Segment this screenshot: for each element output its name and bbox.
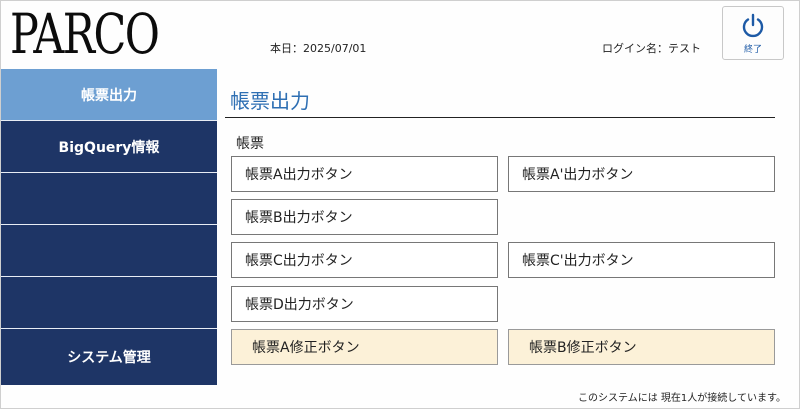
page-title: 帳票出力 bbox=[230, 89, 310, 113]
sidebar-item-label: BigQuery情報 bbox=[58, 139, 160, 156]
report-a-output-button[interactable]: 帳票A出力ボタン bbox=[231, 156, 498, 192]
sidebar-item-report-output[interactable]: 帳票出力 bbox=[1, 69, 217, 121]
sidebar-item-empty-1[interactable] bbox=[1, 173, 217, 225]
sidebar-item-empty-3[interactable] bbox=[1, 277, 217, 329]
title-divider bbox=[225, 117, 775, 118]
connection-status: このシステムには 現在1人が接続しています。 bbox=[578, 393, 786, 404]
today-date: 本日：2025/07/01 bbox=[270, 42, 367, 55]
power-icon bbox=[742, 13, 764, 37]
login-name: ログイン名：テスト bbox=[602, 42, 701, 55]
report-b-edit-button[interactable]: 帳票B修正ボタン bbox=[508, 329, 775, 365]
report-c-output-button[interactable]: 帳票C出力ボタン bbox=[231, 242, 498, 278]
sidebar: 帳票出力 BigQuery情報 システム管理 bbox=[1, 69, 217, 385]
sidebar-item-empty-2[interactable] bbox=[1, 225, 217, 277]
parco-logo: PARCO bbox=[10, 2, 160, 66]
report-b-output-button[interactable]: 帳票B出力ボタン bbox=[231, 199, 498, 235]
section-label: 帳票 bbox=[236, 136, 264, 152]
report-c-prime-output-button[interactable]: 帳票C'出力ボタン bbox=[508, 242, 775, 278]
report-a-prime-output-button[interactable]: 帳票A'出力ボタン bbox=[508, 156, 775, 192]
exit-label: 終了 bbox=[743, 44, 762, 55]
exit-button[interactable]: 終了 bbox=[722, 6, 784, 60]
sidebar-item-bigquery[interactable]: BigQuery情報 bbox=[1, 121, 217, 173]
sidebar-item-label: システム管理 bbox=[67, 350, 151, 366]
sidebar-item-label: 帳票出力 bbox=[81, 87, 137, 104]
sidebar-item-system-admin[interactable]: システム管理 bbox=[1, 329, 217, 385]
report-d-output-button[interactable]: 帳票D出力ボタン bbox=[231, 286, 498, 322]
report-a-edit-button[interactable]: 帳票A修正ボタン bbox=[231, 329, 498, 365]
